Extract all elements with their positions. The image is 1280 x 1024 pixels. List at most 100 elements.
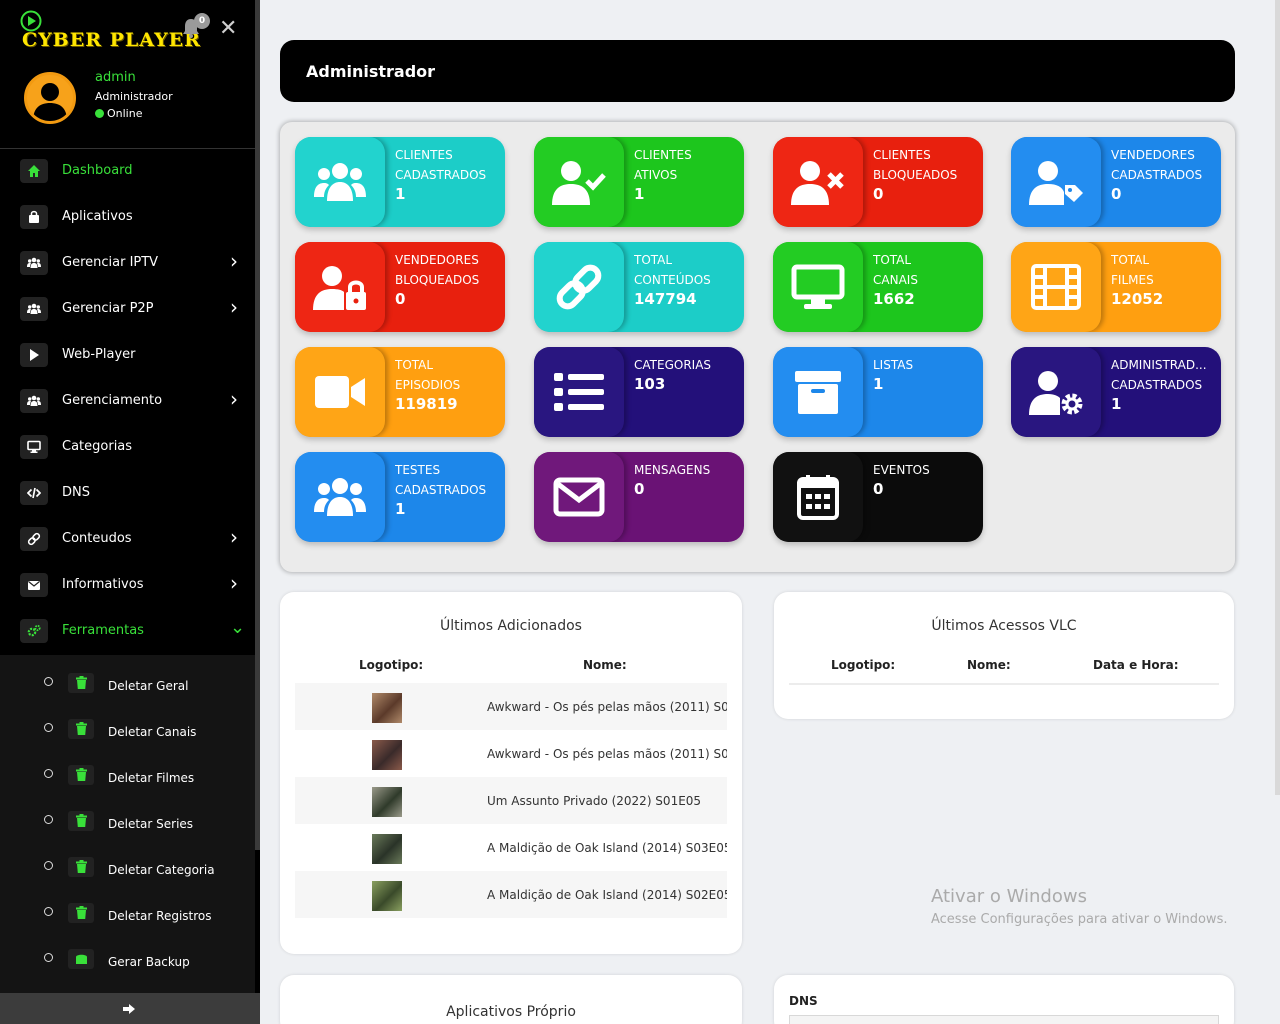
stat-card-vendedores-cadastrados[interactable]: VENDEDORES CADASTRADOS 0 — [1011, 137, 1221, 227]
col-header-logo: Logotipo: — [359, 658, 424, 672]
trash-icon — [68, 903, 94, 923]
stat-card-total-conte-dos[interactable]: TOTAL CONTEÚDOS 147794 — [534, 242, 744, 332]
stat-card-clientes-cadastrados[interactable]: CLIENTES CADASTRADOS 1 — [295, 137, 505, 227]
stat-card-total-episodios[interactable]: TOTAL EPISODIOS 119819 — [295, 347, 505, 437]
stat-card-icon-box — [773, 242, 863, 332]
sidebar-item-label: Dashboard — [62, 163, 133, 178]
table-row[interactable]: Awkward - Os pés pelas mãos (2011) S02E — [295, 683, 727, 730]
home-icon — [20, 159, 48, 183]
stat-card-clientes-bloqueados[interactable]: CLIENTES BLOQUEADOS 0 — [773, 137, 983, 227]
envelope-icon — [20, 573, 48, 597]
chevron-right-icon: › — [230, 571, 238, 595]
stat-card-clientes-ativos[interactable]: CLIENTES ATIVOS 1 — [534, 137, 744, 227]
link-icon — [20, 527, 48, 551]
logout-button[interactable] — [0, 993, 260, 1024]
sidebar-item-label: Aplicativos — [62, 209, 133, 224]
content-name: A Maldição de Oak Island (2014) S02E05 — [487, 888, 727, 902]
stat-card-mensagens[interactable]: MENSAGENS 0 — [534, 452, 744, 542]
stat-card-total-filmes[interactable]: TOTAL FILMES 12052 — [1011, 242, 1221, 332]
submenu-item-gerar-backup[interactable]: Gerar Backup — [0, 935, 255, 981]
chevron-right-icon: › — [230, 295, 238, 319]
apps-panel: Aplicativos Próprio — [280, 975, 742, 1024]
stat-card-value: 0 — [873, 480, 884, 498]
stats-panel: CLIENTES CADASTRADOS 1 CLIENTES ATIVOS 1 CLI… — [280, 122, 1235, 572]
stat-card-title: TOTAL CONTEÚDOS — [634, 253, 711, 287]
sidebar-item-label: Informativos — [62, 577, 144, 592]
circle-icon — [44, 723, 53, 732]
sidebar-item-label: Gerenciamento — [62, 393, 163, 408]
sidebar-item-categorias[interactable]: Categorias — [0, 424, 255, 470]
submenu-item-deletar-registros[interactable]: Deletar Registros — [0, 889, 255, 935]
submenu-item-deletar-series[interactable]: Deletar Series — [0, 797, 255, 843]
table-row[interactable]: A Maldição de Oak Island (2014) S02E05 — [295, 871, 727, 918]
sidebar-item-ferramentas[interactable]: Ferramentas ⌄ — [0, 608, 255, 654]
stat-card-categorias[interactable]: CATEGORIAS 103 — [534, 347, 744, 437]
windows-activation-title: Ativar o Windows — [931, 886, 1087, 907]
submenu-item-deletar-canais[interactable]: Deletar Canais — [0, 705, 255, 751]
submenu-item-deletar-geral[interactable]: Deletar Geral — [0, 659, 255, 705]
submenu-item-label: Deletar Series — [108, 817, 194, 831]
sidebar-item-label: Gerenciar P2P — [62, 301, 154, 316]
circle-icon — [44, 861, 53, 870]
sidebar-item-informativos[interactable]: Informativos › — [0, 562, 255, 608]
sidebar-item-label: DNS — [62, 485, 90, 500]
stat-card-icon-box — [1011, 137, 1101, 227]
table-row[interactable]: A Maldição de Oak Island (2014) S03E05 — [295, 824, 727, 871]
trash-icon — [68, 673, 94, 693]
sidebar-item-web-player[interactable]: Web-Player — [0, 332, 255, 378]
submenu-item-label: Deletar Canais — [108, 725, 197, 739]
stat-card-administrad-cadastrados[interactable]: ADMINISTRAD... CADASTRADOS 1 — [1011, 347, 1221, 437]
close-sidebar-button[interactable]: ✕ — [219, 16, 237, 41]
stat-card-icon-box — [1011, 242, 1101, 332]
dns-panel-title: DNS — [789, 994, 818, 1008]
stat-card-icon-box — [773, 452, 863, 542]
stat-card-title: TOTAL EPISODIOS — [395, 358, 461, 392]
stat-card-icon-box — [295, 242, 385, 332]
stat-card-vendedores-bloqueados[interactable]: VENDEDORES BLOQUEADOS 0 — [295, 242, 505, 332]
sidebar-item-gerenciar-p2p[interactable]: Gerenciar P2P › — [0, 286, 255, 332]
content-thumbnail — [372, 881, 402, 911]
page-header: Administrador — [280, 40, 1235, 102]
stat-card-value: 1 — [1111, 395, 1122, 413]
sidebar-item-gerenciamento[interactable]: Gerenciamento › — [0, 378, 255, 424]
stat-card-icon-box — [773, 137, 863, 227]
vlc-access-panel: Últimos Acessos VLC Logotipo: Nome: Data… — [774, 592, 1234, 719]
sidebar-item-conteudos[interactable]: Conteudos › — [0, 516, 255, 562]
stat-card-icon-box — [534, 242, 624, 332]
stat-card-value: 1 — [634, 185, 645, 203]
table-row[interactable]: Um Assunto Privado (2022) S01E05 — [295, 777, 727, 824]
sidebar-item-dashboard[interactable]: Dashboard — [0, 148, 255, 194]
stat-card-value: 0 — [1111, 185, 1122, 203]
stat-card-total-canais[interactable]: TOTAL CANAIS 1662 — [773, 242, 983, 332]
sidebar-item-label: Gerenciar IPTV — [62, 255, 159, 270]
submenu-item-deletar-categoria[interactable]: Deletar Categoria — [0, 843, 255, 889]
stat-card-title: CLIENTES BLOQUEADOS — [873, 148, 958, 182]
user-status: Online — [95, 107, 142, 120]
stat-card-eventos[interactable]: EVENTOS 0 — [773, 452, 983, 542]
chevron-right-icon: › — [230, 387, 238, 411]
stat-card-value: 0 — [634, 480, 645, 498]
stat-card-listas[interactable]: LISTAS 1 — [773, 347, 983, 437]
submenu-item-deletar-filmes[interactable]: Deletar Filmes — [0, 751, 255, 797]
user-avatar-icon — [33, 83, 67, 121]
code-icon — [20, 481, 48, 505]
main-scrollbar[interactable] — [1275, 0, 1280, 795]
stat-card-title: TOTAL FILMES — [1111, 253, 1154, 287]
brand-name[interactable]: CYBER PLAYER — [22, 29, 201, 51]
submenu-item-label: Deletar Geral — [108, 679, 189, 693]
sidebar-item-aplicativos[interactable]: Aplicativos — [0, 194, 255, 240]
stat-card-icon-box — [295, 452, 385, 542]
stat-card-title: VENDEDORES CADASTRADOS — [1111, 148, 1203, 182]
content-name: Awkward - Os pés pelas mãos (2011) S01E — [487, 747, 727, 761]
stat-card-icon-box — [534, 347, 624, 437]
latest-added-panel: Últimos Adicionados Logotipo: Nome: Awkw… — [280, 592, 742, 954]
stat-card-icon-box — [534, 137, 624, 227]
sidebar-item-dns[interactable]: DNS — [0, 470, 255, 516]
circle-icon — [44, 815, 53, 824]
trash-icon — [68, 857, 94, 877]
stat-card-testes-cadastrados[interactable]: TESTES CADASTRADOS 1 — [295, 452, 505, 542]
stat-card-value: 147794 — [634, 290, 697, 308]
sidebar-item-gerenciar-iptv[interactable]: Gerenciar IPTV › — [0, 240, 255, 286]
table-row[interactable]: Awkward - Os pés pelas mãos (2011) S01E — [295, 730, 727, 777]
user-name: admin — [95, 70, 136, 85]
